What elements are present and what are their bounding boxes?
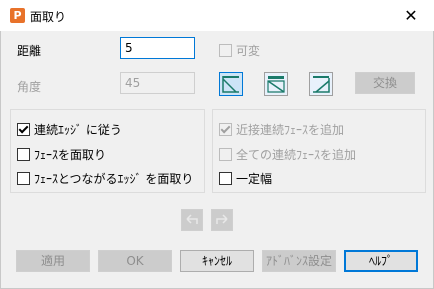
variable-checkbox-label: 可変 [236,44,261,58]
ok-button: OK [98,250,172,272]
app-logo-icon: P [10,8,25,23]
variable-checkbox: 可変 [219,42,260,59]
help-button[interactable]: ﾍﾙﾌﾟ [344,250,418,272]
constant-width-checkbox[interactable]: 一定幅 [219,170,272,187]
add-nearby-faces-label: 近接連続ﾌｪｰｽを追加 [236,123,345,137]
chamfer-two-distances-icon[interactable] [309,72,333,96]
constant-width-box[interactable] [219,172,232,185]
chamfer-faces-connected-edges-label: ﾌｪｰｽとつながるｴｯｼﾞ を面取り [34,172,194,186]
add-all-faces-checkbox: 全ての連続ﾌｪｰｽを追加 [219,146,356,163]
cancel-button[interactable]: ｷｬﾝｾﾙ [180,250,254,272]
redo-button [211,209,233,231]
chamfer-faces-label: ﾌｪｰｽを面取り [34,148,107,162]
window-border-left [0,31,1,289]
constant-width-label: 一定幅 [236,172,273,186]
variable-checkbox-box [219,44,232,57]
angle-label: 角度 [17,80,42,94]
apply-button: 適用 [16,250,90,272]
close-button[interactable]: ✕ [388,0,434,31]
chamfer-faces-connected-edges-box[interactable] [17,172,30,185]
window-title: 面取り [30,10,67,24]
add-all-faces-label: 全ての連続ﾌｪｰｽを追加 [236,148,357,162]
angle-input: 45 [120,72,195,94]
chamfer-faces-connected-edges-checkbox[interactable]: ﾌｪｰｽとつながるｴｯｼﾞ を面取り [17,170,193,187]
add-all-faces-box [219,148,232,161]
chamfer-distance-angle-icon[interactable] [264,72,288,96]
chamfer-distance-distance-icon[interactable] [219,72,243,96]
redo-arrow-icon [216,214,228,224]
distance-label: 距離 [17,44,42,58]
follow-connected-edges-label: 連続ｴｯｼﾞ に従う [34,123,122,137]
chamfer-faces-box[interactable] [17,148,30,161]
undo-button [181,209,203,231]
checkmark-icon [220,123,231,134]
advanced-settings-button: ｱﾄﾞﾊﾞﾝｽ設定 [262,250,336,272]
chamfer-faces-checkbox[interactable]: ﾌｪｰｽを面取り [17,146,106,163]
follow-connected-edges-box[interactable] [17,123,30,136]
checkmark-icon [18,123,29,134]
follow-connected-edges-checkbox[interactable]: 連続ｴｯｼﾞ に従う [17,121,122,138]
undo-arrow-icon [186,214,198,224]
add-nearby-faces-checkbox: 近接連続ﾌｪｰｽを追加 [219,121,344,138]
exchange-button: 交換 [355,72,415,94]
title-bar: P 面取り ✕ [0,0,434,31]
add-nearby-faces-box [219,123,232,136]
distance-input[interactable]: 5 [120,37,195,59]
